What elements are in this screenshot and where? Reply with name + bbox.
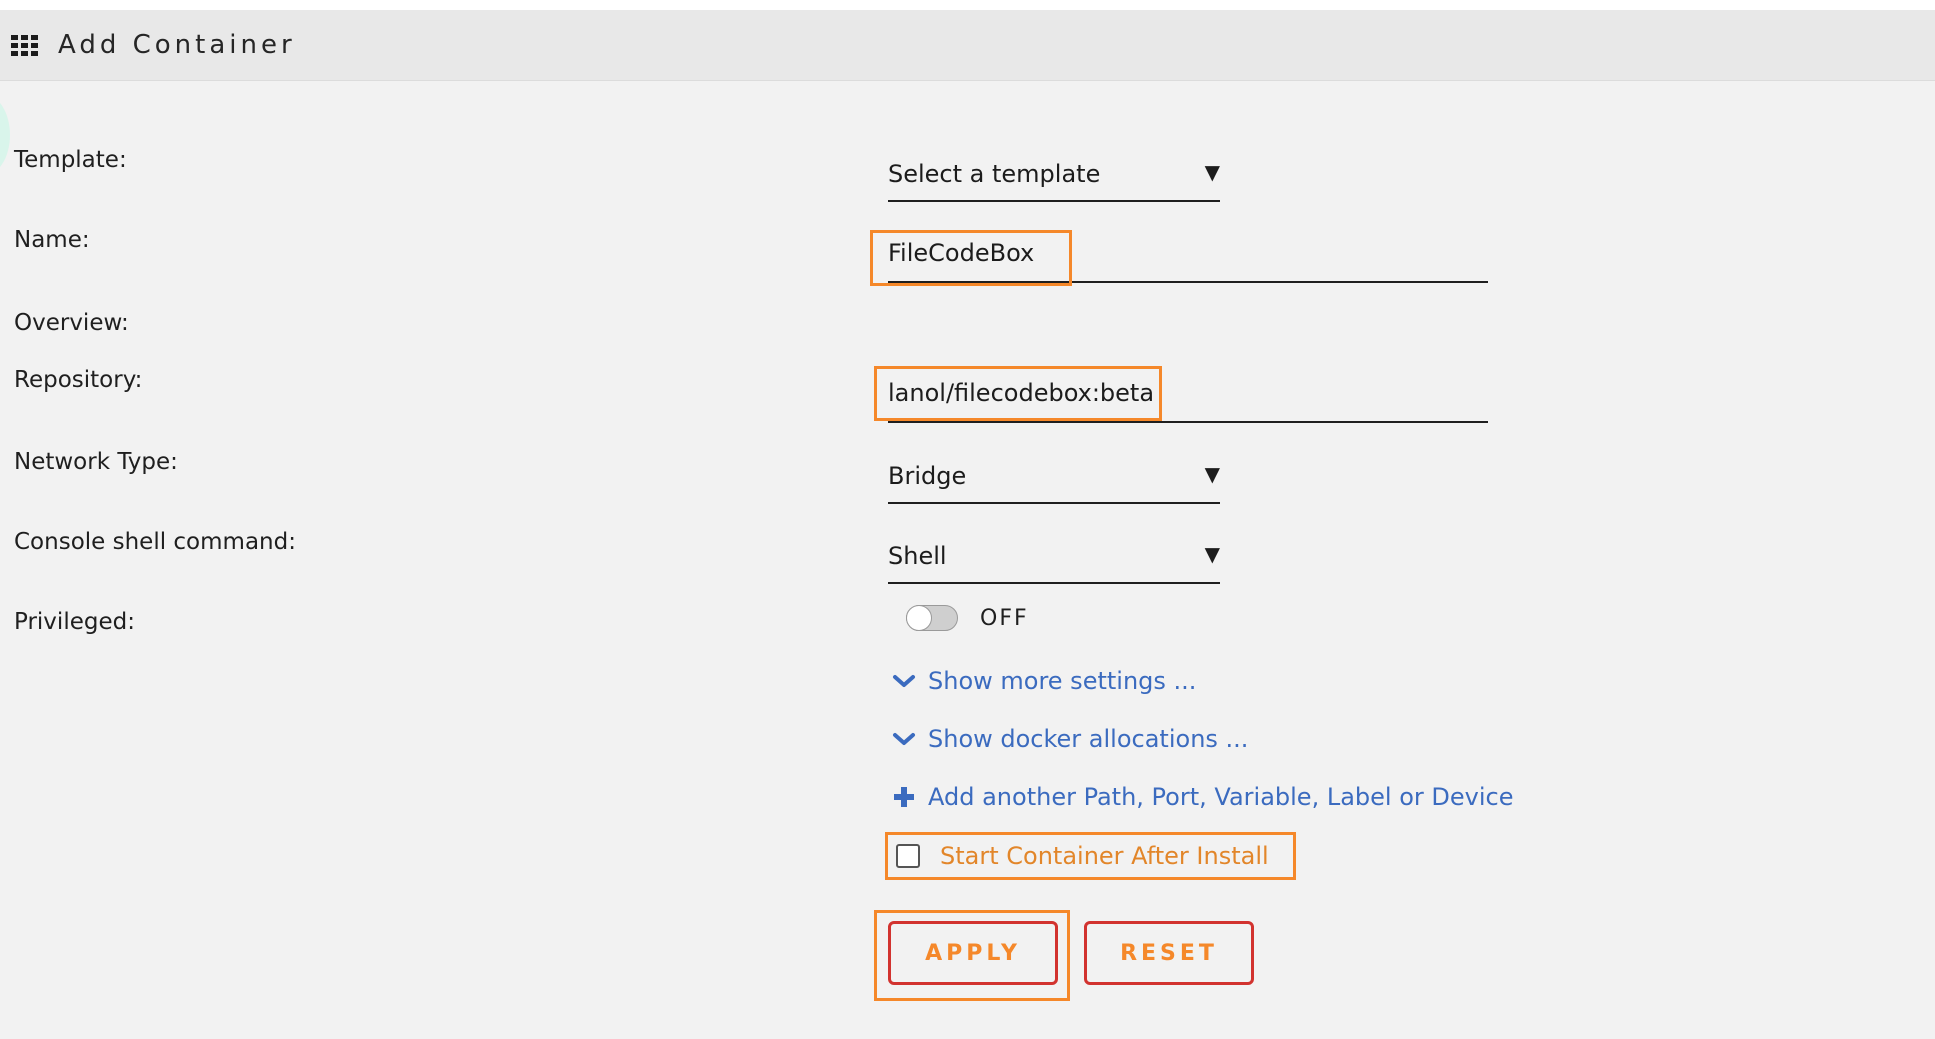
template-select[interactable]: Select a template ▼ <box>888 148 1220 202</box>
chevron-down-icon <box>892 731 916 747</box>
start-after-install-highlight <box>885 832 1296 880</box>
grid-icon[interactable] <box>11 34 38 56</box>
page-title: Add Container <box>58 30 296 60</box>
overview-label: Overview: <box>14 310 129 336</box>
plus-icon <box>892 786 916 808</box>
privileged-toggle-row: OFF <box>906 605 1029 631</box>
apply-highlight <box>874 910 1070 1001</box>
network-type-select[interactable]: Bridge ▼ <box>888 450 1220 504</box>
name-highlight <box>870 230 1072 286</box>
show-docker-allocations-text: Show docker allocations ... <box>928 725 1249 753</box>
name-label: Name: <box>14 227 90 253</box>
repository-highlight <box>874 366 1162 421</box>
console-shell-value: Shell <box>888 542 947 570</box>
reset-button[interactable]: RESET <box>1084 921 1254 985</box>
privileged-state: OFF <box>980 605 1029 631</box>
console-shell-label: Console shell command: <box>14 529 296 555</box>
caret-down-icon: ▼ <box>1204 462 1220 486</box>
add-another-link[interactable]: Add another Path, Port, Variable, Label … <box>892 783 1513 811</box>
show-more-settings-text: Show more settings ... <box>928 667 1197 695</box>
privileged-label: Privileged: <box>14 609 135 635</box>
caret-down-icon: ▼ <box>1204 160 1220 184</box>
chevron-down-icon <box>892 673 916 689</box>
template-label: Template: <box>14 147 127 173</box>
decorative-blob <box>0 95 10 175</box>
console-shell-select[interactable]: Shell ▼ <box>888 530 1220 584</box>
caret-down-icon: ▼ <box>1204 542 1220 566</box>
repository-label: Repository: <box>14 367 143 393</box>
top-strip <box>0 0 1935 10</box>
page-header: Add Container <box>0 10 1935 81</box>
network-type-value: Bridge <box>888 462 967 490</box>
privileged-toggle[interactable] <box>906 605 958 631</box>
show-more-settings-link[interactable]: Show more settings ... <box>892 667 1196 695</box>
add-another-text: Add another Path, Port, Variable, Label … <box>928 783 1514 811</box>
show-docker-allocations-link[interactable]: Show docker allocations ... <box>892 725 1248 753</box>
network-type-label: Network Type: <box>14 449 178 475</box>
template-select-value: Select a template <box>888 160 1101 188</box>
toggle-knob <box>906 605 932 631</box>
